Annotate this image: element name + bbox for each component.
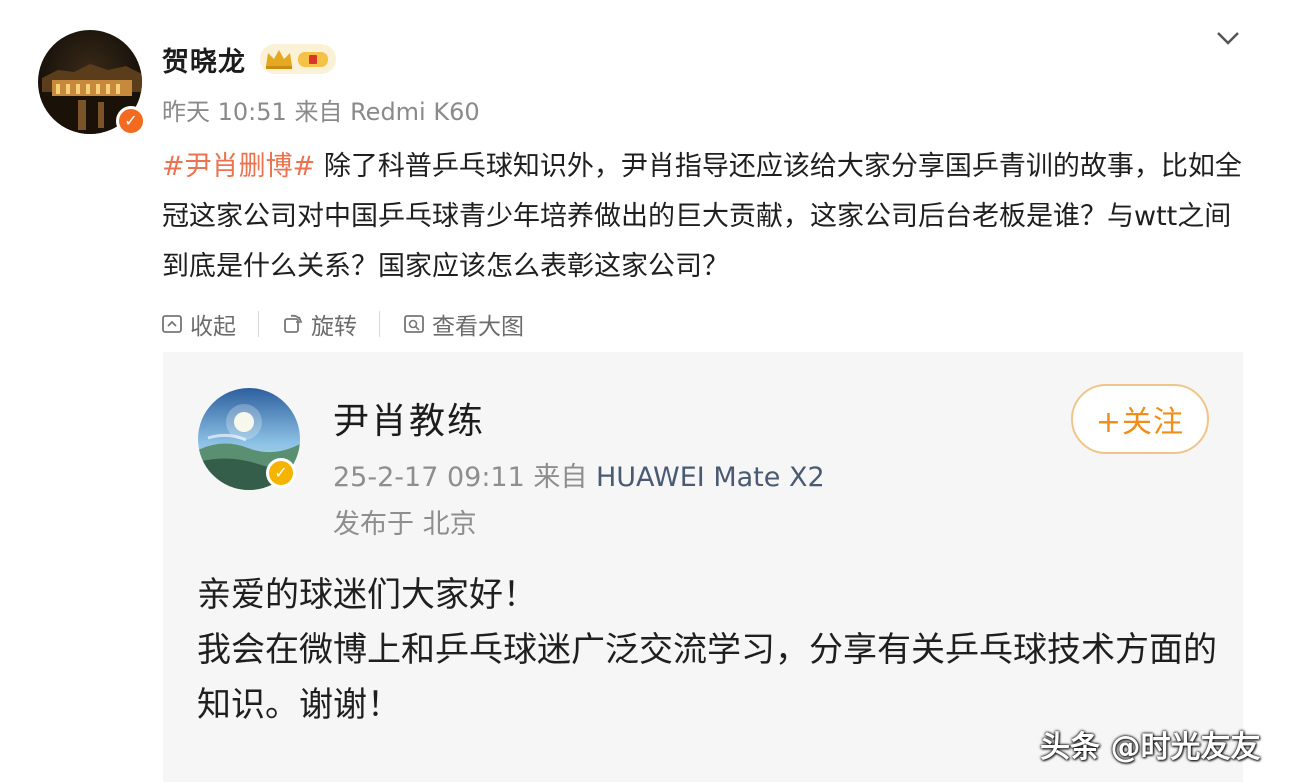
verified-badge-icon: ✓ (116, 106, 146, 136)
quoted-author-name[interactable]: 尹肖教练 (333, 392, 485, 444)
rotate-label: 旋转 (311, 314, 357, 340)
crown-level-badge-icon[interactable] (260, 44, 336, 74)
view-large-button[interactable]: 查看大图 (402, 307, 524, 341)
post-text: #尹肖删博# 除了科普乒乓球知识外，尹肖指导还应该给大家分享国乒青训的故事，比如… (162, 142, 1252, 292)
quoted-text-line: 亲爱的球迷们大家好！ (197, 575, 537, 615)
author-avatar[interactable]: ✓ (38, 30, 146, 136)
rotate-button[interactable]: 旋转 (281, 307, 357, 341)
verified-badge-icon: ✓ (266, 458, 296, 488)
post-source-prefix: 来自 (294, 98, 343, 126)
quoted-device: HUAWEI Mate X2 (595, 462, 825, 493)
divider (258, 311, 259, 337)
collapse-button[interactable]: 收起 (160, 307, 236, 341)
image-actions-bar: 收起 旋转 查看大图 (160, 306, 524, 342)
author-name[interactable]: 贺晓龙 (162, 40, 246, 79)
quoted-time: 25-2-17 09:11 (333, 462, 525, 493)
quoted-text: 亲爱的球迷们大家好！ 我会在微博上和乒乓球迷广泛交流学习，分享有关乒乓球技术方面… (197, 568, 1227, 733)
quoted-author-avatar[interactable]: ✓ (198, 388, 300, 490)
weibo-screenshot: ✓ 贺晓龙 昨天 10:51 来自 Redmi K60 #尹肖删博# 除了科普乒… (0, 0, 1306, 782)
follow-button[interactable]: +关注 (1071, 384, 1209, 454)
post-body: 除了科普乒乓球知识外，尹肖指导还应该给大家分享国乒青训的故事，比如全冠这家公司对… (162, 151, 1242, 282)
divider (379, 311, 380, 337)
post-meta: 昨天 10:51 来自 Redmi K60 (162, 92, 480, 127)
view-large-label: 查看大图 (432, 314, 524, 340)
post-time: 昨天 10:51 (162, 98, 287, 126)
rotate-icon (284, 314, 303, 333)
watermark: 头条 @时光友友 (1040, 730, 1261, 765)
quoted-text-line: 我会在微博上和乒乓球迷广泛交流学习，分享有关乒乓球技术方面的知识。谢谢！ (197, 630, 1217, 725)
collapse-label: 收起 (190, 314, 236, 340)
collapse-icon (162, 315, 182, 333)
quoted-meta: 25-2-17 09:11 来自 HUAWEI Mate X2 (333, 455, 825, 494)
post-device: Redmi K60 (350, 98, 480, 126)
hashtag-link[interactable]: #尹肖删博# (162, 151, 315, 182)
quoted-source-prefix: 来自 (533, 462, 588, 493)
view-large-icon (404, 315, 424, 333)
quoted-location: 发布于 北京 (333, 509, 477, 540)
chevron-down-icon[interactable] (1212, 26, 1244, 50)
